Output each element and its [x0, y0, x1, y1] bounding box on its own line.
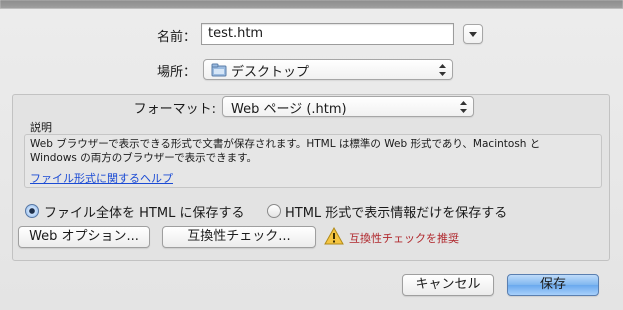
- expand-dialog-button[interactable]: [463, 24, 483, 44]
- radio-full-html[interactable]: [25, 204, 39, 218]
- web-options-button[interactable]: Web オプション...: [18, 226, 150, 248]
- format-label: フォーマット:: [133, 102, 216, 117]
- compatibility-warning-text: 互換性チェックを推奨: [349, 232, 459, 245]
- location-popup[interactable]: デスクトップ: [203, 59, 453, 80]
- description-text-line2: Windows の両方のブラウザーで表示できます。: [30, 152, 258, 164]
- warning-icon: [324, 227, 344, 245]
- popup-arrows-icon: [439, 64, 446, 76]
- format-popup[interactable]: Web ページ (.htm): [222, 96, 474, 117]
- name-label: 名前：: [156, 30, 196, 45]
- compatibility-check-button[interactable]: 互換性チェック...: [162, 226, 316, 248]
- format-value: Web ページ (.htm): [231, 102, 347, 117]
- location-value: デスクトップ: [231, 65, 310, 80]
- description-heading: 説明: [30, 121, 52, 134]
- radio-display-only[interactable]: [267, 204, 281, 218]
- save-button[interactable]: 保存: [507, 274, 599, 296]
- popup-arrows-icon: [460, 101, 467, 113]
- chevron-down-icon: [469, 32, 477, 37]
- radio-full-html-label[interactable]: ファイル全体を HTML に保存する: [44, 202, 244, 221]
- description-text-line1: Web ブラウザーで表示できる形式で文書が保存されます。HTML は標準の We…: [30, 138, 541, 150]
- folder-icon: [211, 63, 227, 77]
- radio-display-only-label[interactable]: HTML 形式で表示情報だけを保存する: [285, 202, 507, 221]
- location-label: 場所：: [156, 65, 196, 80]
- filename-input[interactable]: test.htm: [201, 23, 454, 45]
- cancel-button[interactable]: キャンセル: [402, 274, 494, 296]
- help-link[interactable]: ファイル形式に関するヘルプ: [30, 170, 173, 186]
